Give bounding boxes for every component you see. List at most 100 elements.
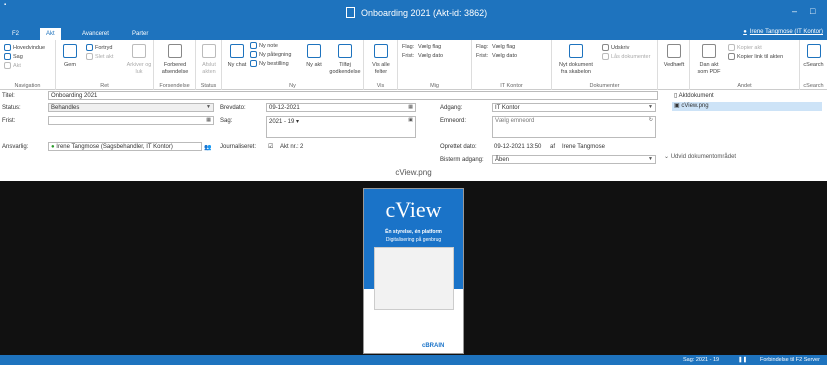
restore-button[interactable]: □ — [810, 6, 815, 16]
tab-parter[interactable]: Parter — [126, 28, 154, 40]
link-icon — [728, 53, 735, 60]
brevdato-field[interactable]: 09-12-2021 ▦ — [266, 103, 416, 112]
emneord-label: Emneord: — [440, 118, 467, 124]
bisterm-select[interactable]: Åben ▼ — [492, 155, 656, 164]
mig-frist-label: Frist: — [402, 53, 415, 59]
fields-icon — [374, 44, 388, 58]
template-icon — [569, 44, 583, 58]
status-select[interactable]: Behandles ▼ — [48, 103, 214, 112]
ribbon: Hovedvindue Sag Akt Navigation Gem Fortr… — [0, 40, 827, 90]
viewer-filename: cView.png — [395, 168, 432, 177]
afslut-button[interactable]: Afslut akten — [199, 44, 219, 76]
forbered-button[interactable]: Forbered afsendelse — [158, 44, 192, 76]
title-bar: ▪ Onboarding 2021 (Akt-id: 3862) – □ — [0, 0, 827, 26]
frist-label: Frist: — [2, 118, 16, 124]
akt-button[interactable]: Akt — [4, 62, 21, 70]
lock-icon — [602, 53, 609, 60]
status-sag: Sag: 2021 - 19 — [683, 357, 720, 363]
approval-icon — [338, 44, 352, 58]
calendar-icon[interactable]: ▦ — [206, 117, 211, 123]
adgang-label: Adgang: — [440, 105, 463, 111]
metadata-form: Titel: Onboarding 2021 Status: Behandles… — [0, 90, 660, 176]
pause-icon: ❚❚ — [738, 357, 748, 363]
preview-subtitle-1: Én styrelse, én platform — [385, 229, 442, 235]
mig-frist-select[interactable]: Vælg dato — [418, 53, 443, 60]
fortryd-button[interactable]: Fortryd — [86, 44, 112, 52]
journaliseret-checkbox[interactable]: ☑ — [268, 143, 273, 150]
user-lookup-icon[interactable]: 👥 — [204, 144, 211, 151]
group-ny: Ny chat Ny note Ny påtegning Ny bestilli… — [222, 40, 364, 90]
oprettet-af: Irene Tangmose — [562, 144, 605, 150]
journaliseret-label: Journaliseret: — [220, 144, 257, 150]
titel-field[interactable]: Onboarding 2021 — [48, 91, 658, 100]
ny-chat-button[interactable]: Ny chat — [226, 44, 248, 69]
adgang-select[interactable]: IT Kontor ▼ — [492, 103, 656, 112]
laas-button[interactable]: Lås dokumenter — [602, 53, 650, 61]
chevron-down-icon: ▼ — [206, 104, 211, 110]
briefcase-icon[interactable]: ▣ — [408, 117, 413, 123]
nyt-dokument-button[interactable]: Nyt dokument fra skabelon — [556, 44, 596, 76]
emneord-field[interactable]: Vælg emneord ↻ — [492, 116, 656, 138]
preview-page: cView Én styrelse, én platform Digitalis… — [363, 188, 464, 354]
kopier-akt-button[interactable]: Kopier akt — [728, 44, 762, 52]
refresh-icon[interactable]: ↻ — [649, 117, 653, 123]
pdf-icon — [702, 44, 716, 58]
home-icon — [4, 44, 11, 51]
oprettet-label: Oprettet dato: — [440, 144, 477, 150]
status-label: Status: — [2, 105, 21, 111]
group-it-kontor: Flag: Vælg flag Frist: Vælg dato IT Kont… — [472, 40, 552, 90]
cbrain-logo: cBRAIN — [422, 343, 445, 349]
user-icon: ● — [743, 29, 747, 35]
status-server: Forbindelse til F2 Server — [760, 357, 820, 363]
group-vedhaeft: Vedhæft — [658, 40, 690, 90]
aktdokument-item[interactable]: ▯ Aktdokument — [674, 92, 714, 99]
save-icon — [63, 44, 77, 58]
tab-akt[interactable]: Akt — [40, 28, 61, 40]
slet-akt-button[interactable]: Slet akt — [86, 53, 113, 61]
ny-bestilling-button[interactable]: Ny bestilling — [250, 60, 289, 68]
tilfoej-godkendelse-button[interactable]: Tilføj godkendelse — [328, 44, 362, 76]
titel-label: Titel: — [2, 93, 15, 99]
finish-icon — [202, 44, 216, 58]
ansvarlig-select[interactable]: ● Irene Tangmose (Sagsbehandler, IT Kont… — [48, 142, 202, 151]
group-vis: Vis alle felter Vis — [364, 40, 398, 90]
document-panel: ▯ Aktdokument ▣ cView.png ⌄ Udvid dokume… — [664, 90, 827, 176]
delete-icon — [86, 53, 93, 60]
chevron-down-icon: ▼ — [648, 104, 653, 110]
dan-akt-pdf-button[interactable]: Dan akt som PDF — [694, 44, 724, 76]
udvid-button[interactable]: ⌄ Udvid dokumentområdet — [664, 153, 736, 160]
window-title: Onboarding 2021 (Akt-id: 3862) — [346, 7, 487, 18]
search-icon — [806, 44, 821, 58]
kopier-link-button[interactable]: Kopier link til akten — [728, 53, 783, 61]
user-link[interactable]: ● Irene Tangmose (IT Kontor) — [743, 29, 823, 35]
gem-button[interactable]: Gem — [60, 44, 80, 69]
it-flag-select[interactable]: Vælg flag — [492, 44, 515, 51]
bisterm-label: Bisterm adgang: — [440, 157, 484, 163]
note-icon — [250, 42, 257, 49]
minimize-button[interactable]: – — [792, 6, 797, 16]
sag-field[interactable]: 2021 - 19 ▾ ▣ — [266, 116, 416, 138]
udskriv-button[interactable]: Udskriv — [602, 44, 629, 52]
copy-icon — [728, 44, 735, 51]
sag-button[interactable]: Sag — [4, 53, 23, 61]
it-frist-select[interactable]: Vælg dato — [492, 53, 517, 60]
vis-alle-felter-button[interactable]: Vis alle felter — [368, 44, 394, 76]
ny-note-button[interactable]: Ny note — [250, 42, 278, 50]
csearch-button[interactable]: cSearch — [802, 44, 825, 69]
ansvarlig-label: Ansvarlig: — [2, 144, 29, 150]
case-icon — [4, 53, 11, 60]
frist-field[interactable]: ▦ — [48, 116, 214, 125]
ny-akt-button[interactable]: Ny akt — [304, 44, 324, 69]
tab-avanceret[interactable]: Avanceret — [76, 28, 115, 40]
file-item[interactable]: ▣ cView.png — [672, 102, 822, 111]
ribbon-tabs: F2 Akt Avanceret Parter ● Irene Tangmose… — [0, 26, 827, 40]
hovedvindue-button[interactable]: Hovedvindue — [4, 44, 45, 52]
undo-icon — [86, 44, 93, 51]
calendar-icon[interactable]: ▦ — [408, 104, 413, 110]
arkiver-button[interactable]: Arkiver og luk — [126, 44, 152, 76]
mig-flag-select[interactable]: Vælg flag — [418, 44, 441, 51]
vedhaeft-button[interactable]: Vedhæft — [662, 44, 686, 69]
paperclip-icon — [667, 44, 681, 58]
ny-paategning-button[interactable]: Ny påtegning — [250, 51, 291, 59]
tab-f2[interactable]: F2 — [6, 28, 25, 40]
